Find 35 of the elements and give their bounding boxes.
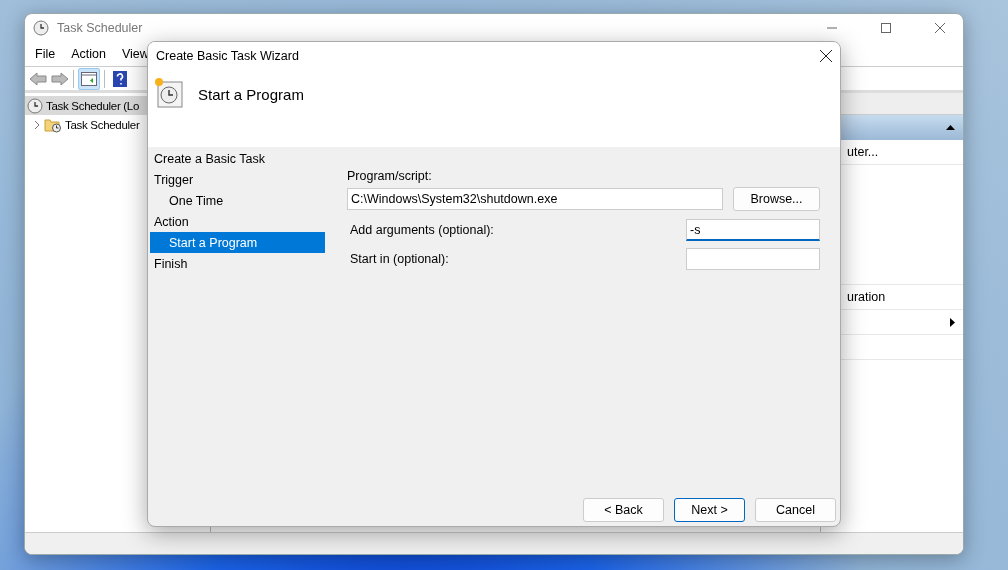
forward-arrow-icon[interactable] xyxy=(51,71,69,86)
action-item[interactable]: uter... xyxy=(847,145,879,159)
close-icon[interactable] xyxy=(820,49,832,62)
menu-item[interactable]: File xyxy=(35,47,56,61)
browse-button[interactable]: Browse... xyxy=(733,187,820,211)
wizard-step[interactable]: One Time xyxy=(150,190,325,211)
wizard-button[interactable]: Cancel xyxy=(755,498,836,522)
folder-clock-icon xyxy=(44,116,62,133)
clock-icon xyxy=(27,97,43,114)
start-in-input-field[interactable] xyxy=(686,248,820,270)
program-input-field[interactable]: C:\Windows\System32\shutdown.exe xyxy=(347,188,723,210)
maximize-icon[interactable] xyxy=(881,23,891,33)
show-pane-button[interactable] xyxy=(78,67,100,90)
action-item[interactable]: uration xyxy=(847,290,886,304)
wizard-step[interactable]: Trigger xyxy=(150,169,325,190)
field-label: Start in (optional): xyxy=(350,252,449,266)
window-title: Task Scheduler xyxy=(57,21,144,35)
clock-icon xyxy=(33,20,49,36)
back-arrow-icon[interactable] xyxy=(29,71,47,86)
field-label: Add arguments (optional): xyxy=(350,223,494,237)
arguments-input-field[interactable]: -s xyxy=(686,219,820,241)
field-label: Program/script: xyxy=(347,169,433,183)
submenu-arrow-icon[interactable] xyxy=(950,317,955,327)
wizard-button[interactable]: < Back xyxy=(583,498,664,522)
wizard-step[interactable]: Start a Program xyxy=(150,232,325,253)
wizard-step[interactable]: Finish xyxy=(150,253,325,274)
chevron-icon[interactable] xyxy=(33,119,41,130)
clock-page-icon xyxy=(154,77,184,109)
menu-item[interactable]: Action xyxy=(71,47,106,61)
dialog-title: Create Basic Task Wizard xyxy=(156,48,299,63)
collapse-triangle-icon[interactable] xyxy=(946,125,955,130)
wizard-step[interactable]: Create a Basic Task xyxy=(150,148,325,169)
wizard-step[interactable]: Action xyxy=(150,211,325,232)
tree-item[interactable]: Task Scheduler xyxy=(65,118,140,131)
wizard-button[interactable]: Next > xyxy=(674,498,745,522)
